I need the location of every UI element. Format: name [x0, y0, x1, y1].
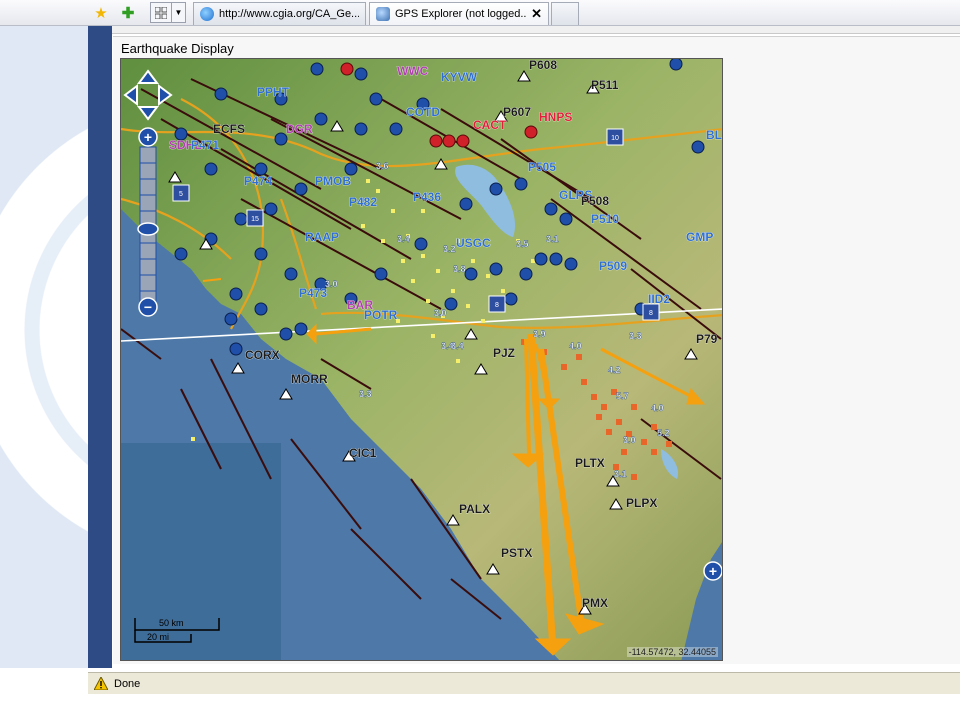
scale-bar: 50 km 20 mi	[133, 616, 223, 646]
station-label: P79	[696, 332, 718, 346]
station-label: P511	[591, 78, 619, 92]
station-label: PALX	[459, 502, 490, 516]
magnitude-label: 3.4	[397, 234, 410, 244]
station-label: CIC1	[349, 446, 377, 460]
magnitude-label: 3.9	[533, 329, 546, 339]
status-text: Done	[114, 677, 141, 690]
station-label: PPHT	[257, 85, 290, 99]
zoom-in-label: +	[144, 129, 152, 145]
tab-gps-explorer[interactable]: GPS Explorer (not logged... ✕	[369, 2, 549, 25]
favorites-star-icon[interactable]: ★	[90, 2, 112, 23]
station-label: CACT	[473, 118, 507, 132]
magnitude-label: 4.0	[569, 341, 582, 351]
zoom-control[interactable]: + −	[137, 127, 159, 317]
station-label: PMOB	[315, 174, 351, 188]
station-label: P482	[349, 195, 377, 209]
station-label: P508	[581, 194, 609, 208]
browser-toolbar: ★ ✚ ▼ http://www.cgia.org/CA_Ge... GPS E…	[0, 0, 960, 26]
station-label: KYVW	[441, 70, 478, 84]
station-label: WWC	[397, 64, 429, 78]
magnitude-label: 5.2	[657, 428, 670, 438]
magnitude-label: 3.0	[325, 279, 338, 289]
magnitude-label: 3.5	[516, 239, 529, 249]
magnitude-label: 3.0	[623, 435, 636, 445]
station-label: PLTX	[575, 456, 605, 470]
warning-icon	[93, 675, 109, 691]
ie-page-icon	[200, 7, 214, 21]
earthquake-map[interactable]: P608 P511 P607 WWC KYVW PPHT COTD CACT HNPS ECFS D…	[120, 58, 723, 661]
station-label: COTD	[406, 105, 440, 119]
bottom-area	[0, 694, 960, 720]
magnitude-label: 3.4	[441, 341, 454, 351]
station-label: HNPS	[539, 110, 572, 124]
magnitude-label: 4.2	[608, 365, 621, 375]
coordinate-readout: -114.57472, 32.44055	[626, 647, 718, 657]
station-label: P474	[244, 174, 272, 188]
page-left-strip	[88, 26, 112, 668]
magnitude-label: 3.1	[546, 234, 559, 244]
tab-label: GPS Explorer (not logged...	[395, 8, 527, 20]
shield-number: 15	[251, 216, 259, 223]
panel-title: Earthquake Display	[121, 41, 234, 56]
scale-km-label: 50 km	[159, 618, 184, 628]
tab-label: http://www.cgia.org/CA_Ge...	[219, 8, 359, 20]
shield-number: 5	[179, 191, 183, 198]
magnitude-label: 5.7	[616, 391, 629, 401]
station-label: IID2	[648, 292, 670, 306]
station-label: P436	[413, 190, 441, 204]
quick-tabs-icon[interactable]	[150, 2, 172, 23]
station-label: BL	[706, 128, 722, 142]
new-tab-button[interactable]	[551, 2, 579, 25]
tab-cgia[interactable]: http://www.cgia.org/CA_Ge...	[193, 2, 366, 25]
station-label: P510	[591, 212, 619, 226]
magnitude-label: 3.3	[359, 389, 372, 399]
station-label: P608	[529, 59, 557, 72]
station-label: PJZ	[493, 346, 515, 360]
station-label: CORX	[245, 348, 280, 362]
magnitude-label: 3.6	[376, 161, 389, 171]
magnitude-label: 3.1	[614, 469, 627, 479]
layer-switcher[interactable]: +	[703, 561, 722, 581]
shield-number: 8	[495, 302, 499, 309]
add-favorite-icon[interactable]: ✚	[117, 2, 139, 23]
station-label: PMX	[582, 596, 608, 610]
station-label: P471	[191, 138, 219, 152]
zoom-out-label: −	[144, 299, 152, 315]
station-label: USGC	[456, 236, 491, 250]
shield-number: 8	[649, 310, 653, 317]
magnitude-label: 3.3	[629, 331, 642, 341]
zoom-handle-icon[interactable]	[137, 222, 159, 236]
gps-page-icon	[376, 7, 390, 21]
station-label: DGR	[286, 122, 313, 136]
desktop-backdrop	[0, 0, 88, 668]
magnitude-label: 3.0	[434, 308, 447, 318]
station-label: PSTX	[501, 546, 532, 560]
magnitude-label: 3.8	[453, 264, 466, 274]
station-label: P473	[299, 286, 327, 300]
station-label: P509	[599, 259, 627, 273]
page-top-strip	[112, 26, 960, 34]
station-label: MORR	[291, 372, 328, 386]
scale-mi-label: 20 mi	[147, 632, 170, 642]
station-label: POTR	[364, 308, 398, 322]
magnitude-label: 3.2	[443, 244, 456, 254]
station-label: P607	[503, 105, 531, 119]
station-label: P505	[528, 160, 556, 174]
station-label: GMP	[686, 230, 713, 244]
status-bar: Done	[88, 672, 960, 694]
tab-list-dropdown-icon[interactable]: ▼	[172, 2, 186, 23]
layer-expand-label: +	[709, 563, 717, 579]
close-tab-icon[interactable]: ✕	[531, 6, 542, 22]
station-label: PLPX	[626, 496, 657, 510]
shield-number: 10	[611, 135, 619, 142]
station-label: ECFS	[213, 122, 245, 136]
magnitude-label: 4.0	[651, 403, 664, 413]
station-label: RAAP	[305, 230, 339, 244]
